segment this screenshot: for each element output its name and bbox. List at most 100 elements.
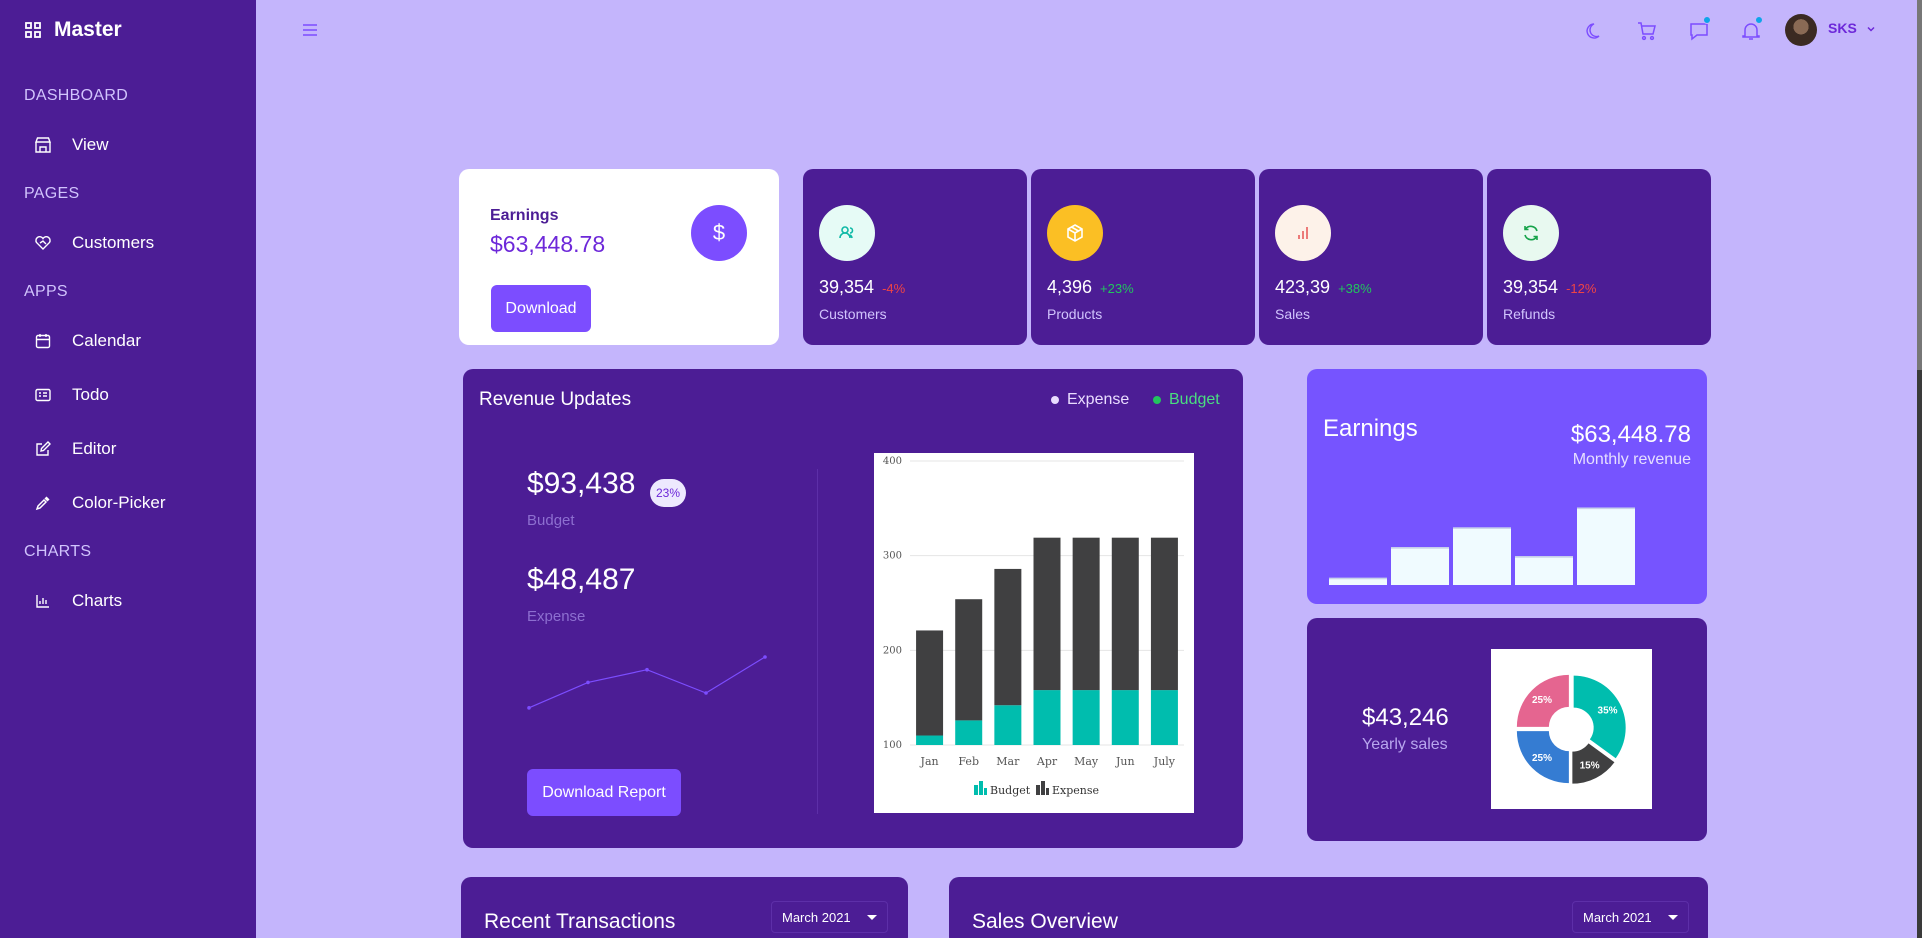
avatar[interactable] [1785, 14, 1817, 46]
stat-label: Sales [1275, 306, 1311, 322]
sidebar-item-todo[interactable]: Todo [34, 385, 109, 405]
bar-budget [916, 735, 944, 745]
pie-label: 25% [1532, 753, 1552, 764]
stat-value: 39,354 -4% [819, 277, 906, 297]
earnings-bar [1577, 507, 1635, 585]
download-report-button[interactable]: Download Report [527, 769, 681, 816]
handshake-icon [35, 236, 51, 250]
sidebar-item-view[interactable]: View [34, 135, 109, 155]
legend-swatch [1041, 781, 1045, 795]
bar-expense [994, 568, 1022, 706]
brand[interactable]: Master [24, 18, 122, 42]
sidebar-item-calendar[interactable]: Calendar [34, 331, 141, 351]
caret-down-icon [1667, 914, 1678, 920]
pie-label: 15% [1580, 761, 1600, 772]
sidebar-item-label: Calendar [72, 331, 141, 350]
scrollbar-thumb[interactable] [1917, 0, 1922, 370]
earnings-bar-top [1329, 577, 1387, 580]
sidebar-item-editor[interactable]: Editor [34, 439, 116, 459]
sales-overview-title: Sales Overview [972, 910, 1118, 933]
divider [817, 469, 818, 814]
section-apps: APPS [24, 283, 68, 300]
x-tick-label: Jan [920, 755, 939, 768]
page-scrollbar[interactable] [1917, 0, 1922, 938]
expense-sparkline [527, 655, 767, 710]
x-tick-label: July [1153, 755, 1176, 768]
chat-notification-dot [1703, 16, 1711, 24]
x-tick-label: Feb [958, 755, 979, 768]
brand-title: Master [54, 18, 122, 41]
monthly-earnings-card: Earnings $63,448.78 Monthly revenue [1307, 369, 1707, 604]
pie-label: 35% [1598, 705, 1618, 716]
x-tick-label: Apr [1036, 755, 1058, 768]
stat-change: +23% [1100, 281, 1134, 296]
chevron-down-icon[interactable] [1866, 24, 1876, 34]
revenue-chart: 100 200 300 400 Jan Feb Mar Apr May Jun July Budget… [874, 453, 1194, 813]
chart-legend: Budget Expense [974, 781, 1099, 797]
bar-budget [955, 720, 983, 745]
legend-swatch [1046, 788, 1049, 795]
bar-expense [916, 630, 944, 736]
earnings-bar-top [1577, 507, 1635, 510]
earnings-bar-top [1453, 527, 1511, 529]
bar-budget [1033, 690, 1061, 745]
bar-expense [1150, 537, 1178, 691]
sparkline-point [704, 691, 708, 695]
stat-value: 423,39 +38% [1275, 277, 1372, 297]
legend-budget: Budget [1153, 391, 1220, 409]
stat-card-customers: 39,354 -4% Customers [803, 169, 1027, 345]
bar-chart-icon [36, 595, 49, 608]
month-select[interactable]: March 2021 [771, 901, 888, 933]
y-tick-label: 400 [883, 456, 902, 467]
bar-budget [1150, 690, 1178, 745]
stat-value: 4,396 +23% [1047, 277, 1134, 297]
cart-icon[interactable] [1636, 20, 1658, 42]
x-tick-label: May [1074, 755, 1099, 768]
stat-card-products: 4,396 +23% Products [1031, 169, 1255, 345]
legend-swatch [979, 781, 983, 795]
expense-value: $48,487 [527, 563, 636, 596]
legend-dot [1051, 396, 1059, 404]
stat-card-refunds: 39,354 -12% Refunds [1487, 169, 1711, 345]
sidebar-item-label: View [72, 135, 109, 154]
revenue-title: Revenue Updates [479, 389, 632, 410]
section-dashboard: DASHBOARD [24, 87, 129, 104]
box-icon [1047, 205, 1103, 261]
menu-icon[interactable] [300, 20, 320, 40]
sidebar-item-color-picker[interactable]: Color-Picker [34, 493, 166, 513]
caret-down-icon [866, 914, 877, 920]
budget-label: Budget [527, 512, 575, 529]
moon-icon[interactable] [1584, 20, 1606, 42]
sidebar-item-customers[interactable]: Customers [34, 233, 154, 253]
dollar-icon: $ [691, 205, 747, 261]
earnings-bar-top [1391, 547, 1449, 549]
stat-change: -4% [882, 281, 906, 296]
legend-label: Expense [1052, 784, 1099, 797]
select-value: March 2021 [1583, 909, 1652, 925]
user-name[interactable]: SKS [1828, 20, 1857, 36]
legend-swatch [974, 785, 978, 795]
grid-icon [25, 22, 41, 38]
download-button[interactable]: Download [491, 285, 591, 332]
stat-change: -12% [1566, 281, 1597, 296]
sidebar-item-charts[interactable]: Charts [34, 591, 122, 611]
sidebar-item-label: Color-Picker [72, 493, 166, 512]
calendar-icon [35, 334, 51, 349]
expense-label: Expense [527, 608, 586, 625]
dropper-icon [35, 496, 50, 511]
edit-icon [36, 441, 51, 456]
earnings-bar [1453, 527, 1511, 585]
bar-chart-icon [1275, 205, 1331, 261]
month-select[interactable]: March 2021 [1572, 901, 1689, 933]
sparkline-point [586, 680, 590, 685]
legend-item: Budget [974, 781, 1031, 797]
stat-change: +38% [1338, 281, 1372, 296]
legend-label: Expense [1067, 391, 1130, 408]
monthly-earnings-chart [1329, 507, 1635, 585]
bar-expense [1072, 537, 1100, 691]
kanban-icon [35, 388, 51, 402]
revenue-card: Revenue Updates Expense Budget $93,438 2… [463, 369, 1243, 848]
select-value: March 2021 [782, 909, 851, 925]
legend-swatch [984, 788, 987, 795]
legend-expense: Expense [1051, 391, 1129, 409]
